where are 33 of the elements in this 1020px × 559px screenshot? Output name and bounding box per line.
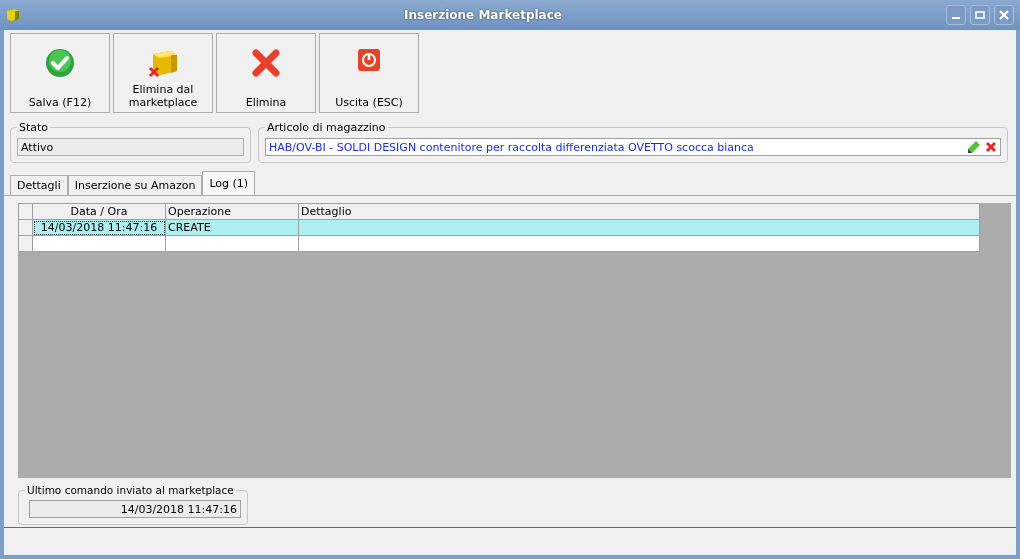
toolbar-button[interactable]: Elimina dal marketplace <box>113 33 213 113</box>
table-row[interactable]: 14/03/2018 11:47:16 CREATE <box>18 219 980 236</box>
maximize-button[interactable] <box>970 5 990 25</box>
tab[interactable]: Dettagli <box>10 175 68 195</box>
tab[interactable]: Inserzione su Amazon <box>67 175 203 195</box>
article-field[interactable]: HAB/OV-BI - SOLDI DESIGN contenitore per raccolta differenziata OVETTO scocca bianca <box>265 138 1001 156</box>
status-field[interactable]: Attivo <box>17 138 244 156</box>
checkmark-icon <box>45 48 75 78</box>
toolbar-button[interactable]: Elimina <box>216 33 316 113</box>
group-label: Ultimo comando inviato al marketplace <box>26 484 235 496</box>
column-header[interactable]: Dettaglio <box>298 203 980 220</box>
clear-icon[interactable] <box>985 141 997 153</box>
row-header <box>18 203 33 220</box>
article-text: HAB/OV-BI - SOLDI DESIGN contenitore per raccolta differenziata OVETTO scocca bianca <box>269 140 755 154</box>
column-header[interactable]: Operazione <box>165 203 299 220</box>
box-delete-icon <box>147 48 179 80</box>
maximize-icon <box>975 10 985 20</box>
cube-icon <box>6 8 20 22</box>
last-command-field[interactable]: 14/03/2018 11:47:16 <box>29 500 241 518</box>
minimize-button[interactable] <box>946 5 966 25</box>
close-icon <box>999 10 1009 20</box>
column-header[interactable]: Data / Ora <box>32 203 166 220</box>
group-label: Articolo di magazzino <box>266 121 387 134</box>
tab[interactable]: Log (1) <box>202 171 256 195</box>
delete-icon <box>251 48 281 78</box>
minimize-icon <box>952 17 960 19</box>
pencil-icon[interactable] <box>967 140 981 154</box>
toolbar-button[interactable]: Salva (F12) <box>10 33 110 113</box>
toolbar-button[interactable]: Uscita (ESC) <box>319 33 419 113</box>
window-title: Inserzione Marketplace <box>403 8 563 22</box>
group-label: Stato <box>18 121 50 134</box>
power-icon <box>357 48 381 72</box>
close-button[interactable] <box>994 5 1014 25</box>
